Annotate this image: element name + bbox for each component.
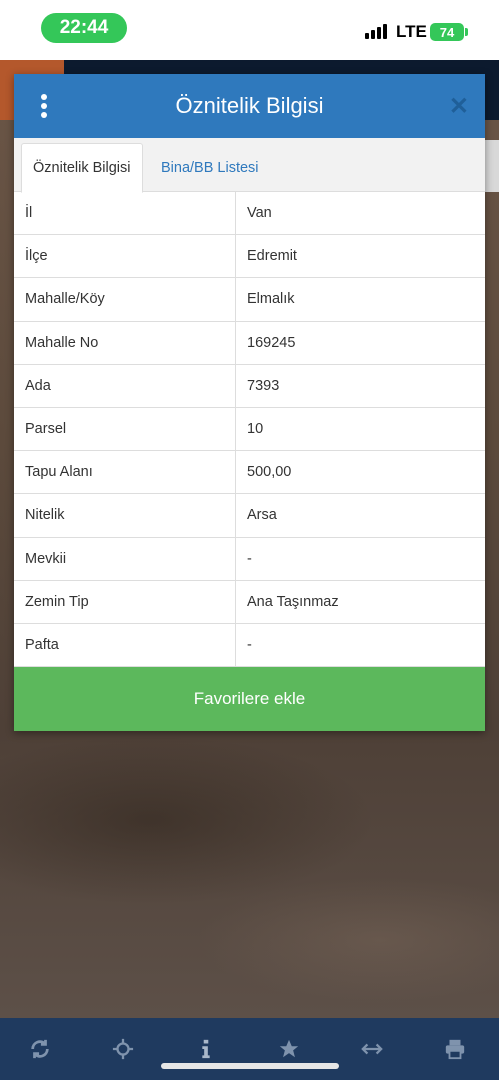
more-options-icon[interactable] <box>38 94 50 118</box>
locate-icon[interactable] <box>110 1036 136 1062</box>
map-side-control <box>485 140 499 192</box>
star-icon[interactable] <box>276 1036 302 1062</box>
home-indicator[interactable] <box>161 1063 339 1069</box>
row-value: Van <box>247 205 272 222</box>
network-type: LTE <box>396 22 427 41</box>
row-value: 10 <box>247 421 264 438</box>
cellular-signal-icon <box>365 24 387 39</box>
row-value: 169245 <box>247 334 296 351</box>
print-icon[interactable] <box>442 1036 468 1062</box>
row-key: Ada <box>14 364 236 407</box>
row-value: - <box>247 636 252 653</box>
add-to-favorites-button[interactable]: Favorilere ekle <box>14 667 485 731</box>
row-value: 7393 <box>247 377 280 394</box>
close-icon[interactable]: ✕ <box>449 92 469 121</box>
bottom-toolbar <box>0 1018 499 1080</box>
row-value: Arsa <box>247 507 277 524</box>
status-time: 22:44 <box>41 13 127 43</box>
status-bar: 22:44 LTE 74 <box>0 0 499 60</box>
dialog-title: Öznitelik Bilgisi <box>175 93 324 118</box>
row-value: Elmalık <box>247 291 295 308</box>
tab-attribute-info[interactable]: Öznitelik Bilgisi <box>21 143 143 193</box>
row-value: Edremit <box>247 248 297 265</box>
table-row: İl Van <box>14 192 485 236</box>
battery-tip <box>465 28 468 36</box>
row-key: Tapu Alanı <box>14 451 236 494</box>
table-row: Parsel 10 <box>14 407 485 452</box>
table-row: Nitelik Arsa <box>14 494 485 538</box>
row-key: İl <box>14 192 236 235</box>
row-key: Mahalle No <box>14 321 236 364</box>
row-key: Pafta <box>14 623 236 667</box>
row-key: Nitelik <box>14 494 236 537</box>
row-value: 500,00 <box>247 464 292 481</box>
table-row: Zemin Tip Ana Taşınmaz <box>14 580 485 624</box>
dialog-tabs: Öznitelik Bilgisi Bina/BB Listesi <box>14 138 485 193</box>
row-value: Ana Taşınmaz <box>247 593 339 610</box>
attribute-table: İl Van İlçe Edremit Mahalle/Köy Elmalık … <box>14 192 485 668</box>
battery-level: 74 <box>439 24 455 40</box>
battery-icon: 74 <box>430 23 464 41</box>
row-value: - <box>247 550 252 567</box>
row-key: İlçe <box>14 235 236 278</box>
info-icon[interactable] <box>193 1036 219 1062</box>
table-row: Mahalle/Köy Elmalık <box>14 278 485 322</box>
table-row: Mahalle No 169245 <box>14 321 485 365</box>
table-row: Tapu Alanı 500,00 <box>14 451 485 495</box>
table-row: Pafta - <box>14 623 485 668</box>
refresh-icon[interactable] <box>27 1036 53 1062</box>
row-key: Parsel <box>14 407 236 451</box>
row-key: Zemin Tip <box>14 580 236 623</box>
row-key: Mevkii <box>14 537 236 580</box>
dialog-header: Öznitelik Bilgisi ✕ <box>14 74 485 138</box>
measure-icon[interactable] <box>359 1036 385 1062</box>
table-row: Mevkii - <box>14 537 485 581</box>
tab-building-list[interactable]: Bina/BB Listesi <box>150 143 270 193</box>
row-key: Mahalle/Köy <box>14 278 236 321</box>
table-row: Ada 7393 <box>14 364 485 408</box>
attribute-info-dialog: Öznitelik Bilgisi ✕ Öznitelik Bilgisi Bi… <box>14 74 485 731</box>
table-row: İlçe Edremit <box>14 235 485 279</box>
